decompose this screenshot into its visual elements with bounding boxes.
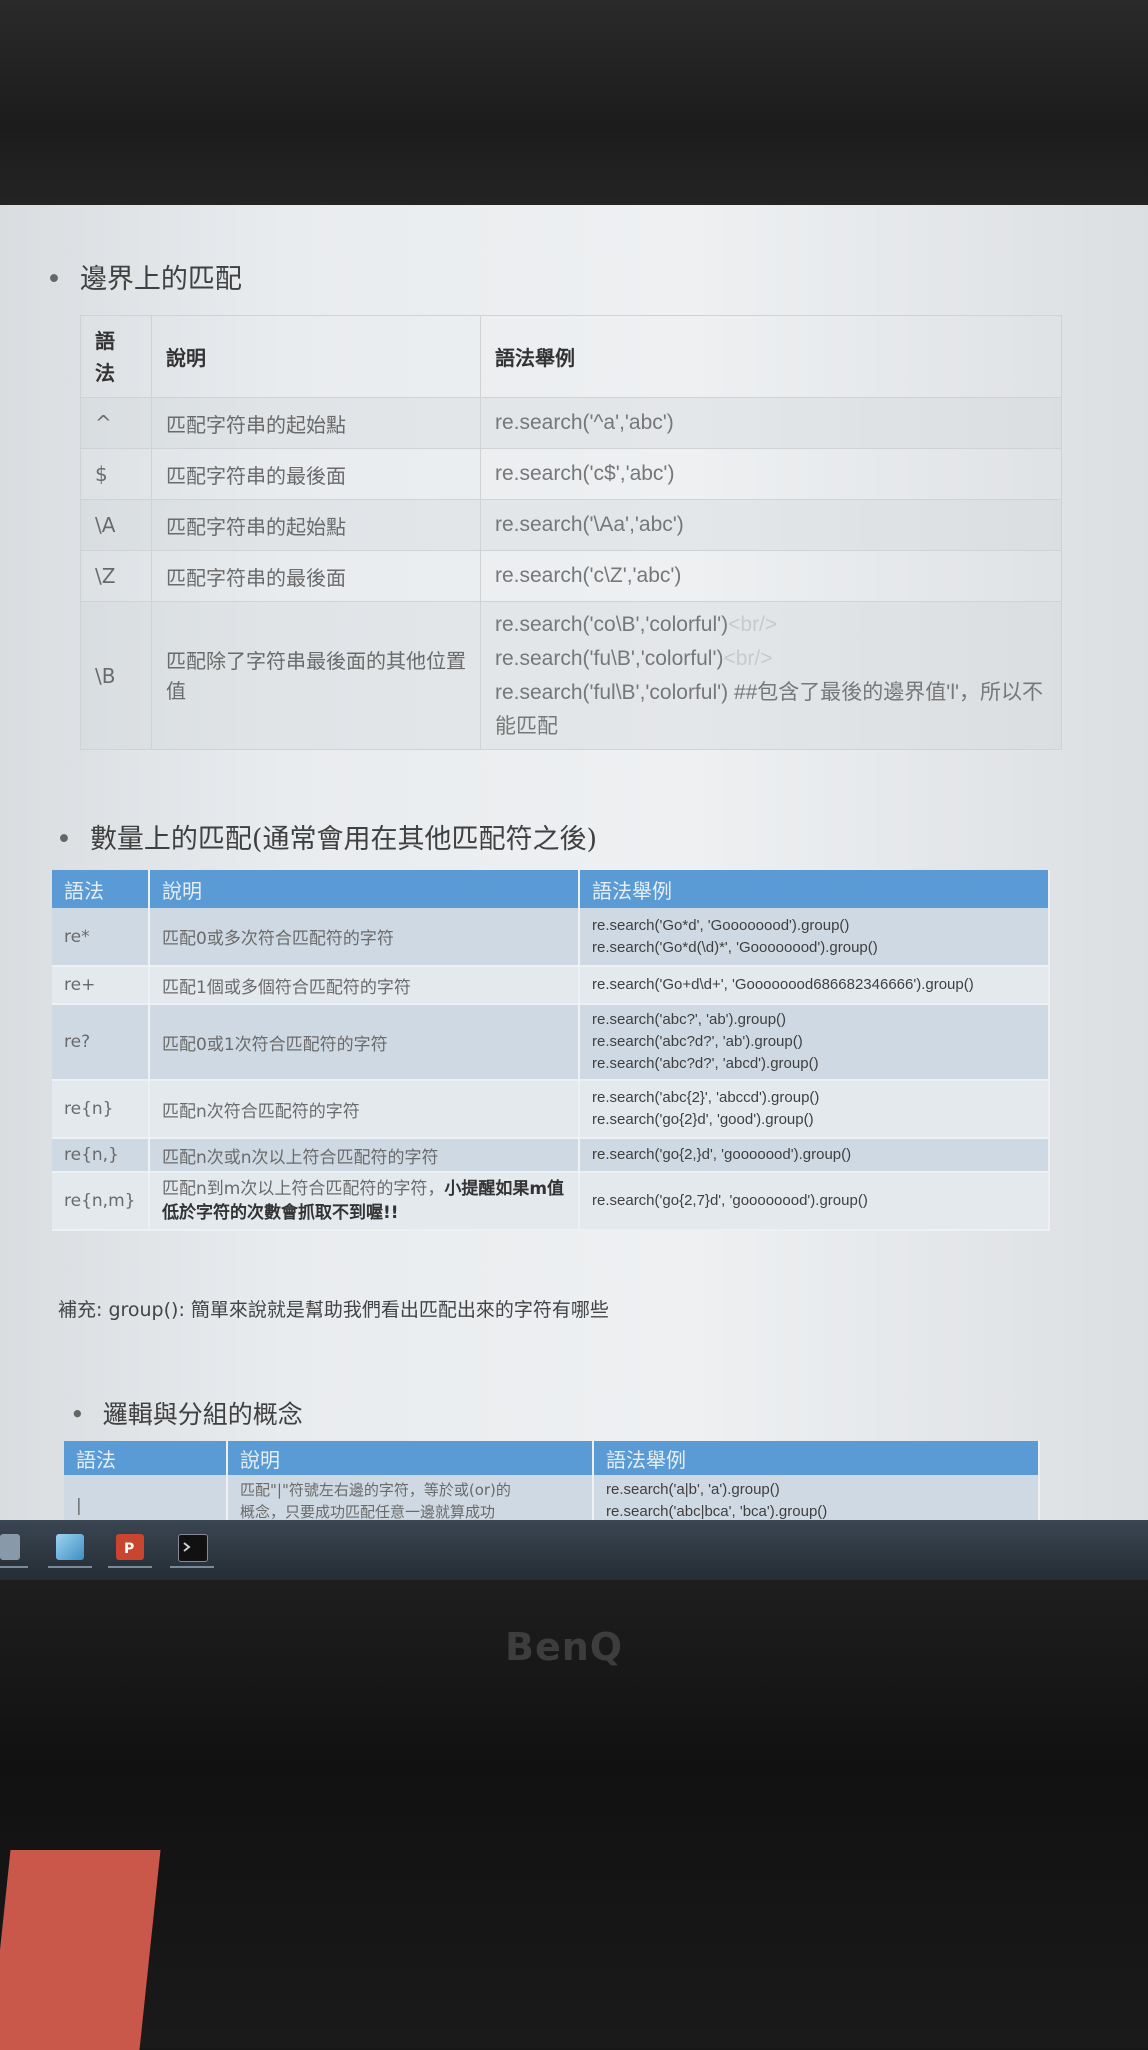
header-syntax: 語法 — [80, 315, 152, 398]
desc-cell: 匹配字符串的最後面 — [151, 448, 481, 500]
desk-paper — [0, 1850, 161, 2050]
app-icon — [56, 1534, 84, 1560]
table-row: \B 匹配除了字符串最後面的其他位置值 re.search('co\B','co… — [80, 601, 1062, 750]
table-row: | 匹配"|"符號左右邊的字符，等於或(or)的 概念，只要成功匹配任意一邊就算… — [64, 1475, 1040, 1520]
table-header-row: 語法 說明 語法舉例 — [52, 870, 1050, 908]
example-cell: re.search('abc?', 'ab').group() re.searc… — [579, 1004, 1050, 1081]
powerpoint-icon: P — [116, 1534, 144, 1560]
logic-table: 語法 說明 語法舉例 | 匹配"|"符號左右邊的字符，等於或(or)的 概念，只… — [64, 1441, 1040, 1520]
table-header-row: 語法 說明 語法舉例 — [80, 315, 1062, 398]
table-row: re{n} 匹配n次符合匹配符的字符 re.search('abc{2}', '… — [52, 1080, 1050, 1139]
desc-cell: 匹配n次或n次以上符合匹配符的字符 — [149, 1138, 580, 1173]
syntax-cell: re* — [52, 908, 150, 967]
document-view: • 邊界上的匹配 語法 說明 語法舉例 ^ 匹配字符串的起始點 re.search… — [0, 205, 1148, 1520]
svg-text:P: P — [124, 1541, 134, 1557]
example-cell: re.search('go{2,}d', 'gooooood').group() — [579, 1138, 1050, 1173]
example-cell: re.search('Go+d\d+', 'Goooooood686682346… — [579, 966, 1050, 1005]
example-cell: re.search('go{2,7}d', 'goooooood').group… — [579, 1172, 1050, 1231]
table-row: \Z 匹配字符串的最後面 re.search('c\Z','abc') — [80, 550, 1062, 602]
taskbar-button-app[interactable] — [48, 1530, 92, 1568]
syntax-cell: $ — [80, 448, 152, 500]
desc-cell: 匹配字符串的起始點 — [151, 397, 481, 449]
syntax-cell: \B — [80, 601, 152, 750]
section-title-logic: • 邏輯與分組的概念 — [70, 1400, 303, 1429]
bullet-icon: • — [70, 1400, 85, 1429]
example-cell: re.search('c\Z','abc') — [480, 550, 1062, 602]
desc-cell: 匹配0或1次符合匹配符的字符 — [149, 1004, 580, 1081]
table-header-row: 語法 說明 語法舉例 — [64, 1441, 1040, 1475]
desc-cell: 匹配字符串的起始點 — [151, 499, 481, 551]
table-row: re* 匹配0或多次符合匹配符的字符 re.search('Go*d', 'Go… — [52, 908, 1050, 967]
syntax-cell: ^ — [80, 397, 152, 449]
desc-cell: 匹配1個或多個符合匹配符的字符 — [149, 966, 580, 1005]
desc-cell: 匹配0或多次符合匹配符的字符 — [149, 908, 580, 967]
quantity-table: 語法 說明 語法舉例 re* 匹配0或多次符合匹配符的字符 re.search(… — [52, 870, 1050, 1231]
taskbar-button-terminal[interactable] — [170, 1530, 214, 1568]
example-cell: re.search('c$','abc') — [480, 448, 1062, 500]
syntax-cell: re{n} — [52, 1080, 150, 1139]
example-cell: re.search('\Aa','abc') — [480, 499, 1062, 551]
bullet-icon: • — [46, 264, 62, 295]
table-row: re{n,} 匹配n次或n次以上符合匹配符的字符 re.search('go{2… — [52, 1138, 1050, 1173]
header-desc: 說明 — [149, 870, 580, 908]
example-cell: re.search('co\B','colorful')<br/> re.sea… — [480, 601, 1062, 750]
header-example: 語法舉例 — [579, 870, 1050, 908]
header-example: 語法舉例 — [480, 315, 1062, 398]
syntax-cell: \A — [80, 499, 152, 551]
header-example: 語法舉例 — [593, 1441, 1040, 1475]
table-row: ^ 匹配字符串的起始點 re.search('^a','abc') — [80, 397, 1062, 449]
table-row: $ 匹配字符串的最後面 re.search('c$','abc') — [80, 448, 1062, 500]
taskbar: P — [0, 1520, 1148, 1580]
syntax-cell: re+ — [52, 966, 150, 1005]
desc-cell: 匹配字符串的最後面 — [151, 550, 481, 602]
syntax-cell: re{n,m} — [52, 1172, 150, 1231]
section-title-boundary: • 邊界上的匹配 — [46, 264, 242, 295]
taskbar-button-powerpoint[interactable]: P — [108, 1530, 152, 1568]
table-row: re+ 匹配1個或多個符合匹配符的字符 re.search('Go+d\d+',… — [52, 966, 1050, 1005]
terminal-icon — [178, 1534, 208, 1562]
example-cell: re.search('abc{2}', 'abccd').group() re.… — [579, 1080, 1050, 1139]
syntax-cell: | — [64, 1475, 228, 1520]
syntax-cell: \Z — [80, 550, 152, 602]
desc-cell: 匹配"|"符號左右邊的字符，等於或(or)的 概念，只要成功匹配任意一邊就算成功 — [227, 1475, 594, 1520]
header-syntax: 語法 — [52, 870, 150, 908]
monitor-bezel-bottom: BenQ — [0, 1580, 1148, 2050]
table-row: \A 匹配字符串的起始點 re.search('\Aa','abc') — [80, 499, 1062, 551]
desc-cell: 匹配n到m次以上符合匹配符的字符，小提醒如果m值低於字符的次數會抓取不到喔!! — [149, 1172, 580, 1231]
window-icon — [0, 1534, 20, 1560]
example-cell: re.search('Go*d', 'Goooooood').group() r… — [579, 908, 1050, 967]
header-desc: 說明 — [227, 1441, 594, 1475]
syntax-cell: re{n,} — [52, 1138, 150, 1173]
boundary-table: 語法 說明 語法舉例 ^ 匹配字符串的起始點 re.search('^a','a… — [80, 315, 1062, 750]
table-row: re? 匹配0或1次符合匹配符的字符 re.search('abc?', 'ab… — [52, 1004, 1050, 1081]
desc-cell: 匹配n次符合匹配符的字符 — [149, 1080, 580, 1139]
monitor-bezel-top — [0, 0, 1148, 210]
bullet-icon: • — [56, 824, 72, 855]
desc-cell: 匹配除了字符串最後面的其他位置值 — [151, 601, 481, 750]
header-desc: 說明 — [151, 315, 481, 398]
example-cell: re.search('a|b', 'a').group() re.search(… — [593, 1475, 1040, 1520]
taskbar-button-explorer[interactable] — [0, 1530, 28, 1568]
table-row: re{n,m} 匹配n到m次以上符合匹配符的字符，小提醒如果m值低於字符的次數會… — [52, 1172, 1050, 1231]
syntax-cell: re? — [52, 1004, 150, 1081]
example-cell: re.search('^a','abc') — [480, 397, 1062, 449]
section-title-quantity: • 數量上的匹配(通常會用在其他匹配符之後) — [56, 824, 598, 855]
note-text: 補充: group(): 簡單來說就是幫助我們看出匹配出來的字符有哪些 — [58, 1299, 609, 1321]
monitor-logo: BenQ — [505, 1625, 624, 1669]
header-syntax: 語法 — [64, 1441, 228, 1475]
